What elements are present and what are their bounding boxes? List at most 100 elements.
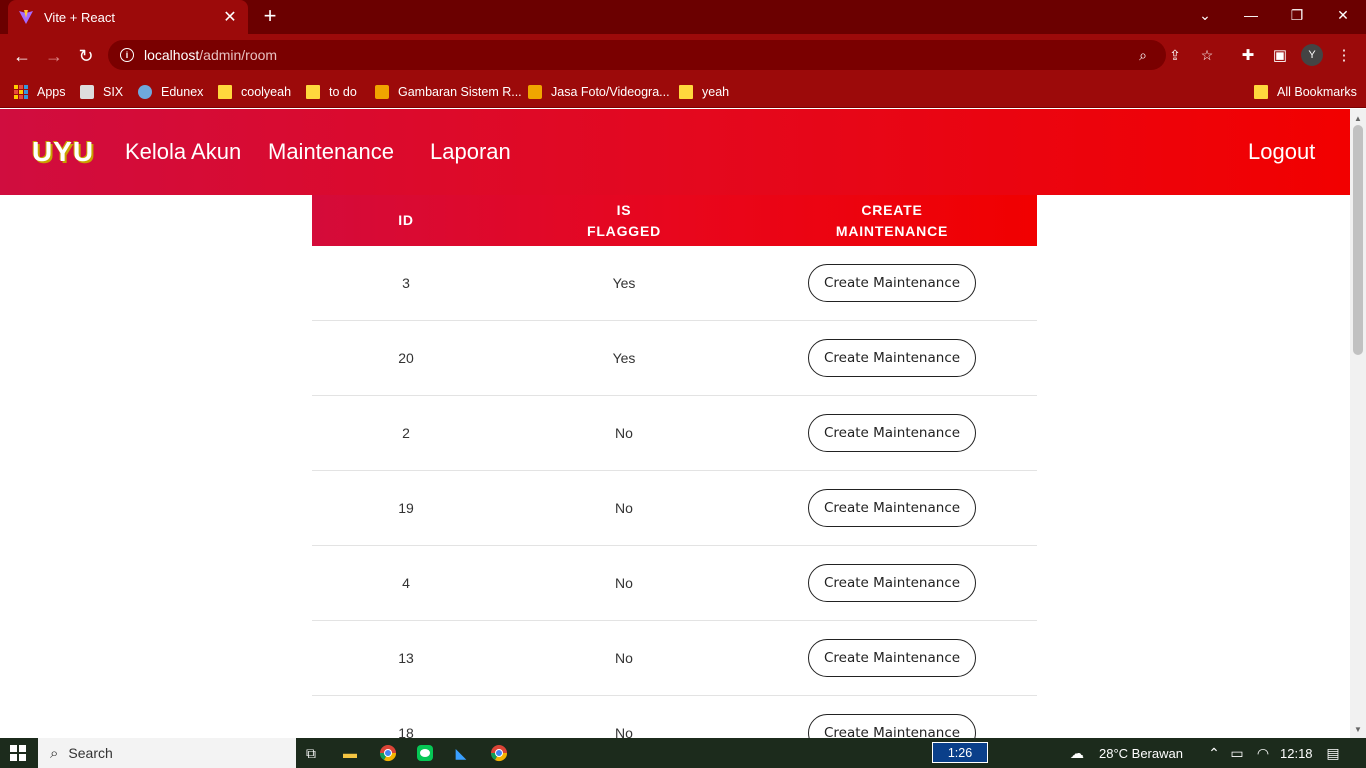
column-header-create-maintenance: CREATE MAINTENANCE	[835, 201, 949, 239]
vite-logo-icon	[19, 10, 33, 24]
address-bar[interactable]: i localhost/admin/room ⌕ ⇪ ☆	[108, 40, 1213, 70]
all-bookmarks[interactable]: All Bookmarks	[1254, 83, 1357, 101]
close-window-icon[interactable]: ✕	[1320, 0, 1366, 30]
task-view-icon[interactable]: ⧉	[302, 744, 320, 762]
url-host: localhost	[144, 47, 200, 63]
cell-action: Create Maintenance	[748, 621, 1036, 695]
cell-is-flagged: No	[615, 500, 633, 516]
cell-is-flagged: No	[615, 425, 633, 441]
nav-laporan[interactable]: Laporan	[430, 139, 511, 165]
room-table-header: ID IS FLAGGED CREATE MAINTENANCE	[312, 195, 1037, 246]
tray-overflow-icon[interactable]: ⌃	[1205, 744, 1223, 762]
six-favicon-icon	[80, 85, 94, 99]
cell-action: Create Maintenance	[748, 246, 1036, 320]
browser-tabstrip: Vite + React ✕ + ⌄ — ❐ ✕	[0, 0, 1366, 34]
weather-text[interactable]: 28°C Berawan	[1099, 746, 1183, 761]
site-info-icon[interactable]: i	[120, 48, 134, 62]
clock[interactable]: 12:18	[1280, 746, 1313, 761]
bookmarks-bar: Apps SIX Edunex coolyeah to do Gambaran …	[0, 76, 1366, 108]
cell-id: 4	[402, 575, 410, 591]
table-row: 3 Yes Create Maintenance	[312, 246, 1037, 321]
create-maintenance-button[interactable]: Create Maintenance	[808, 414, 976, 452]
chrome-icon[interactable]	[379, 744, 397, 762]
cell-id: 20	[398, 350, 414, 366]
drive-favicon-icon	[528, 85, 542, 99]
table-row: 13 No Create Maintenance	[312, 621, 1037, 696]
cell-action: Create Maintenance	[748, 396, 1036, 470]
cell-is-flagged: No	[615, 575, 633, 591]
share-icon[interactable]: ⇪	[1167, 47, 1183, 63]
bookmark-to-do[interactable]: to do	[306, 83, 357, 101]
weather-cloud-icon[interactable]: ☁	[1068, 744, 1086, 762]
table-row: 2 No Create Maintenance	[312, 396, 1037, 471]
logout-link[interactable]: Logout	[1248, 139, 1315, 165]
chrome-profile-icon[interactable]	[490, 744, 508, 762]
drive-favicon-icon	[375, 85, 389, 99]
table-row: 20 Yes Create Maintenance	[312, 321, 1037, 396]
cell-id: 3	[402, 275, 410, 291]
tab-search-icon[interactable]: ⌄	[1182, 0, 1228, 30]
bookmark-coolyeah[interactable]: coolyeah	[218, 83, 291, 101]
windows-taskbar: ⌕ Search ⧉ ▬ ◣ 1:26 ☁ 28°C Berawan ⌃ ▭ ◠…	[0, 738, 1366, 768]
minimize-icon[interactable]: —	[1228, 0, 1274, 30]
bookmark-edunex[interactable]: Edunex	[138, 83, 203, 101]
tab-close-icon[interactable]: ✕	[222, 7, 238, 27]
bookmark-apps[interactable]: Apps	[14, 83, 66, 101]
timer-widget[interactable]: 1:26	[932, 742, 988, 763]
back-icon[interactable]: ←	[8, 42, 36, 70]
table-row: 4 No Create Maintenance	[312, 546, 1037, 621]
extensions-icon[interactable]: ✚	[1238, 45, 1258, 65]
bookmark-star-icon[interactable]: ☆	[1199, 47, 1215, 63]
notifications-icon[interactable]: ▤	[1324, 744, 1342, 762]
new-tab-icon[interactable]: +	[258, 4, 282, 28]
app-logo[interactable]: UYU	[32, 136, 94, 168]
battery-icon[interactable]: ▭	[1228, 744, 1246, 762]
file-explorer-icon[interactable]: ▬	[341, 744, 359, 762]
nav-maintenance[interactable]: Maintenance	[268, 139, 394, 165]
create-maintenance-button[interactable]: Create Maintenance	[808, 714, 976, 738]
tab-title: Vite + React	[44, 9, 115, 25]
bookmark-six[interactable]: SIX	[80, 83, 123, 101]
wifi-icon[interactable]: ◠	[1254, 744, 1272, 762]
column-header-id: ID	[398, 212, 414, 228]
create-maintenance-button[interactable]: Create Maintenance	[808, 564, 976, 602]
profile-avatar[interactable]: Y	[1301, 44, 1323, 66]
scrollbar-thumb[interactable]	[1353, 125, 1363, 355]
cell-is-flagged: No	[615, 725, 633, 738]
cell-is-flagged: No	[615, 650, 633, 666]
line-app-icon[interactable]	[416, 744, 434, 762]
bookmark-gambaran-sistem[interactable]: Gambaran Sistem R...	[375, 83, 522, 101]
app-header: UYU Kelola Akun Maintenance Laporan Logo…	[0, 109, 1350, 195]
bookmark-yeah[interactable]: yeah	[679, 83, 729, 101]
create-maintenance-button[interactable]: Create Maintenance	[808, 339, 976, 377]
create-maintenance-button[interactable]: Create Maintenance	[808, 489, 976, 527]
scroll-down-icon[interactable]: ▼	[1350, 722, 1366, 736]
bookmark-jasa-foto[interactable]: Jasa Foto/Videogra...	[528, 83, 670, 101]
cell-id: 13	[398, 650, 414, 666]
create-maintenance-button[interactable]: Create Maintenance	[808, 639, 976, 677]
zoom-icon[interactable]: ⌕	[1135, 47, 1151, 63]
nav-kelola-akun[interactable]: Kelola Akun	[125, 139, 241, 165]
column-header-is-flagged: IS FLAGGED	[586, 201, 662, 239]
folder-icon	[1254, 85, 1268, 99]
reload-icon[interactable]: ↻	[72, 42, 100, 70]
restore-icon[interactable]: ❐	[1274, 0, 1320, 30]
side-panel-icon[interactable]: ▣	[1270, 45, 1290, 65]
scroll-up-icon[interactable]: ▲	[1350, 111, 1366, 125]
vscode-icon[interactable]: ◣	[452, 744, 470, 762]
menu-icon[interactable]: ⋮	[1334, 45, 1354, 65]
cell-id: 2	[402, 425, 410, 441]
browser-tab[interactable]: Vite + React ✕	[8, 0, 248, 34]
taskbar-search[interactable]: ⌕ Search	[38, 738, 296, 768]
cell-action: Create Maintenance	[748, 471, 1036, 545]
create-maintenance-button[interactable]: Create Maintenance	[808, 264, 976, 302]
cell-action: Create Maintenance	[748, 546, 1036, 620]
page-scrollbar[interactable]: ▲ ▼	[1350, 109, 1366, 738]
cell-id: 19	[398, 500, 414, 516]
forward-icon[interactable]: →	[40, 42, 68, 70]
edunex-favicon-icon	[138, 85, 152, 99]
cell-action: Create Maintenance	[748, 321, 1036, 395]
search-icon: ⌕	[50, 744, 59, 762]
folder-icon	[306, 85, 320, 99]
windows-start-icon[interactable]	[10, 745, 26, 761]
